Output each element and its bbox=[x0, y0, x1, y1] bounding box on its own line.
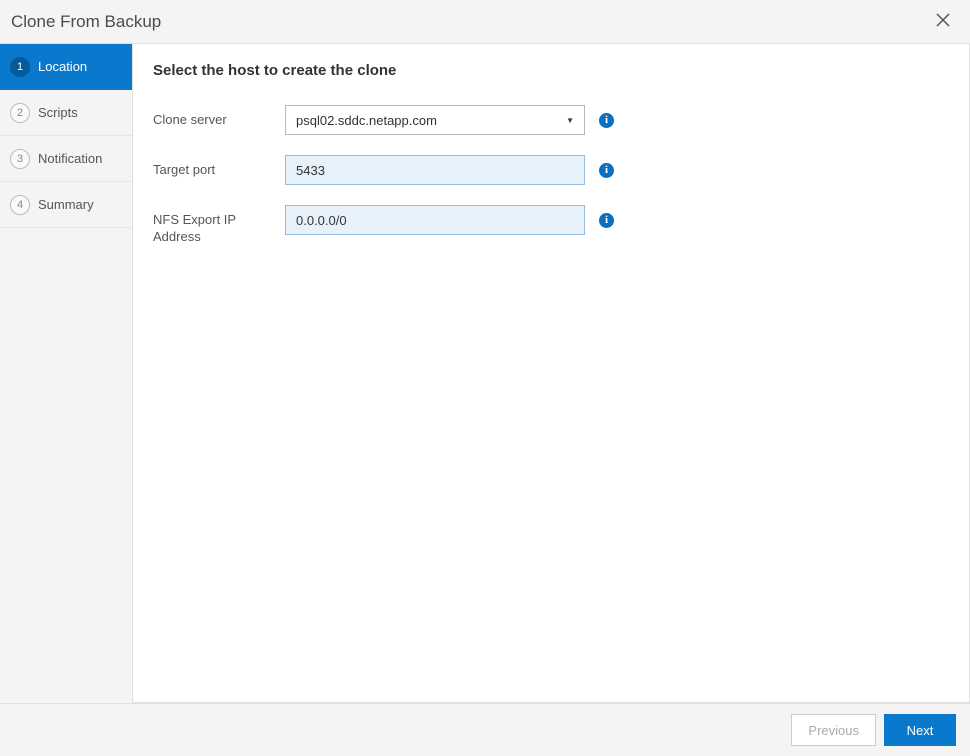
info-icon[interactable]: i bbox=[599, 213, 614, 228]
previous-button: Previous bbox=[791, 714, 876, 746]
next-button[interactable]: Next bbox=[884, 714, 956, 746]
step-number: 1 bbox=[10, 57, 30, 77]
step-label: Summary bbox=[38, 197, 94, 212]
clone-server-select[interactable]: psql02.sddc.netapp.com ▼ bbox=[285, 105, 585, 135]
clone-server-value: psql02.sddc.netapp.com bbox=[296, 113, 437, 128]
page-heading: Select the host to create the clone bbox=[153, 62, 949, 79]
step-label: Scripts bbox=[38, 105, 78, 120]
wizard-content: Select the host to create the clone Clon… bbox=[132, 44, 970, 703]
clone-from-backup-dialog: Clone From Backup 1 Location 2 Scripts 3… bbox=[0, 0, 970, 756]
step-summary[interactable]: 4 Summary bbox=[0, 182, 132, 228]
target-port-label: Target port bbox=[153, 155, 285, 179]
chevron-down-icon: ▼ bbox=[566, 116, 574, 125]
row-target-port: Target port i bbox=[153, 155, 949, 185]
info-icon[interactable]: i bbox=[599, 113, 614, 128]
step-number: 3 bbox=[10, 149, 30, 169]
step-label: Location bbox=[38, 59, 87, 74]
target-port-input[interactable] bbox=[285, 155, 585, 185]
step-number: 2 bbox=[10, 103, 30, 123]
dialog-footer: Previous Next bbox=[0, 703, 970, 756]
nfs-export-input[interactable] bbox=[285, 205, 585, 235]
close-icon[interactable] bbox=[932, 9, 954, 34]
step-notification[interactable]: 3 Notification bbox=[0, 136, 132, 182]
row-clone-server: Clone server psql02.sddc.netapp.com ▼ i bbox=[153, 105, 949, 135]
dialog-header: Clone From Backup bbox=[0, 0, 970, 44]
clone-server-label: Clone server bbox=[153, 105, 285, 129]
nfs-export-label: NFS Export IP Address bbox=[153, 205, 285, 246]
row-nfs-export: NFS Export IP Address i bbox=[153, 205, 949, 246]
step-location[interactable]: 1 Location bbox=[0, 44, 132, 90]
wizard-sidebar: 1 Location 2 Scripts 3 Notification 4 Su… bbox=[0, 44, 132, 703]
step-scripts[interactable]: 2 Scripts bbox=[0, 90, 132, 136]
step-label: Notification bbox=[38, 151, 102, 166]
dialog-title: Clone From Backup bbox=[11, 12, 161, 32]
info-icon[interactable]: i bbox=[599, 163, 614, 178]
dialog-body: 1 Location 2 Scripts 3 Notification 4 Su… bbox=[0, 44, 970, 703]
step-number: 4 bbox=[10, 195, 30, 215]
